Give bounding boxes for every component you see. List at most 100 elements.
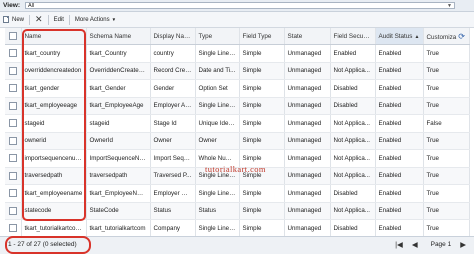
row-checkbox-cell[interactable] (5, 97, 22, 115)
cell-name[interactable]: tkart_tutorialkartcom... (21, 219, 87, 238)
cell-customize: True (423, 62, 470, 80)
select-all-checkbox-cell[interactable] (5, 28, 22, 45)
cell-audit: Enabled (375, 44, 424, 63)
column-header-type[interactable]: Type (195, 28, 240, 45)
cell-state: Unmanaged (284, 219, 331, 238)
page-label: Page 1 (430, 241, 452, 248)
row-checkbox-cell[interactable] (5, 219, 22, 238)
cell-audit: Enabled (375, 114, 424, 133)
cell-display: country (150, 44, 196, 63)
cell-security: Enabled (330, 44, 376, 63)
row-checkbox[interactable] (8, 84, 17, 93)
cell-audit: Enabled (375, 62, 424, 80)
column-header-field-security[interactable]: Field Security (330, 28, 376, 45)
toolbar: New ✕ Edit More Actions ▼ (0, 12, 474, 28)
chevron-down-icon: ▼ (447, 3, 452, 9)
column-header-field-type[interactable]: Field Type (239, 28, 285, 45)
cell-state: Unmanaged (284, 97, 331, 115)
row-checkbox-cell[interactable] (5, 167, 22, 185)
cell-audit: Enabled (375, 167, 424, 185)
cell-security: Not Applica... (330, 149, 376, 168)
previous-page-icon[interactable]: ◀ (412, 240, 418, 249)
view-selector[interactable]: All ▼ (25, 2, 455, 9)
cell-security: Not Applica... (330, 132, 376, 150)
cell-field-type: Simple (239, 44, 285, 63)
customizable-header-label: Customiza (426, 33, 457, 41)
column-header-audit-status[interactable]: Audit Status ▲ (375, 28, 424, 45)
column-header-customizable[interactable]: Customiza ⟳ (423, 28, 470, 45)
more-actions-button[interactable]: More Actions ▼ (72, 14, 119, 25)
row-checkbox[interactable] (8, 224, 17, 233)
cell-audit: Enabled (375, 184, 424, 203)
cell-schema: tkart_Country (86, 44, 151, 63)
cell-security: Not Applica... (330, 114, 376, 133)
column-header-state[interactable]: State (284, 28, 331, 45)
edit-button[interactable]: Edit (51, 14, 67, 25)
cell-field-type: Simple (239, 202, 285, 220)
cell-field-type: Simple (239, 219, 285, 238)
cell-display: Employer Name (150, 184, 196, 203)
first-page-icon[interactable]: |◀ (395, 240, 403, 249)
cell-type: Status (195, 202, 240, 220)
cell-customize: True (423, 44, 470, 63)
toolbar-divider (29, 14, 31, 25)
cell-state: Unmanaged (284, 114, 331, 133)
cell-security: Disabled (330, 219, 376, 238)
cell-schema: StateCode (86, 202, 151, 220)
audit-status-header-label: Audit Status (378, 32, 413, 40)
cell-state: Unmanaged (284, 202, 331, 220)
next-page-icon[interactable]: ▶ (460, 240, 466, 249)
delete-button[interactable]: ✕ (32, 14, 46, 25)
delete-icon: ✕ (35, 14, 43, 24)
row-checkbox-cell[interactable] (5, 62, 22, 80)
cell-audit: Enabled (375, 97, 424, 115)
new-record-icon (3, 16, 9, 23)
row-checkbox[interactable] (8, 66, 17, 75)
row-checkbox-cell[interactable] (5, 132, 22, 150)
watermark: tutorialkart.com (205, 164, 266, 174)
refresh-icon[interactable]: ⟳ (458, 32, 465, 41)
cell-type: Owner (195, 132, 240, 150)
cell-type: Option Set (195, 79, 240, 98)
view-bar: View: All ▼ (0, 0, 474, 12)
cell-state: Unmanaged (284, 62, 331, 80)
row-checkbox[interactable] (8, 189, 17, 198)
cell-audit: Enabled (375, 149, 424, 168)
row-checkbox-cell[interactable] (5, 79, 22, 98)
cell-customize: True (423, 219, 470, 238)
cell-field-type: Simple (239, 97, 285, 115)
cell-type: Single Line ... (195, 97, 240, 115)
row-checkbox-cell[interactable] (5, 149, 22, 168)
chevron-down-icon: ▼ (111, 17, 117, 22)
cell-customize: True (423, 167, 470, 185)
row-checkbox[interactable] (8, 119, 17, 128)
cell-customize: True (423, 79, 470, 98)
select-all-checkbox[interactable] (8, 32, 17, 40)
cell-display: Owner (150, 132, 196, 150)
row-checkbox[interactable] (8, 154, 17, 163)
row-checkbox[interactable] (8, 136, 17, 145)
new-button[interactable]: New (0, 14, 27, 25)
row-checkbox[interactable] (8, 206, 17, 215)
row-checkbox[interactable] (8, 171, 17, 180)
cell-field-type: Simple (239, 62, 285, 80)
sort-arrow-icon: ▲ (414, 33, 420, 40)
row-checkbox[interactable] (8, 49, 17, 58)
cell-type: Single Line ... (195, 44, 240, 63)
row-checkbox[interactable] (8, 101, 17, 110)
row-checkbox-cell[interactable] (5, 202, 22, 220)
cell-customize: True (423, 184, 470, 203)
row-checkbox-cell[interactable] (5, 114, 22, 133)
cell-display: Import Seque... (150, 149, 196, 168)
cell-field-type: Simple (239, 184, 285, 203)
table-row[interactable]: tkart_tutorialkartcom... tkart_tutorialka… (5, 219, 470, 238)
row-checkbox-cell[interactable] (5, 184, 22, 203)
cell-type: Date and Ti... (195, 62, 240, 80)
column-header-display-name[interactable]: Display Name (150, 28, 196, 45)
toolbar-divider (47, 14, 49, 25)
cell-field-type: Simple (239, 132, 285, 150)
cell-schema: stageid (86, 114, 151, 133)
column-header-schema-name[interactable]: Schema Name (86, 28, 151, 45)
cell-display: Record Create... (150, 62, 196, 80)
row-checkbox-cell[interactable] (5, 44, 22, 63)
